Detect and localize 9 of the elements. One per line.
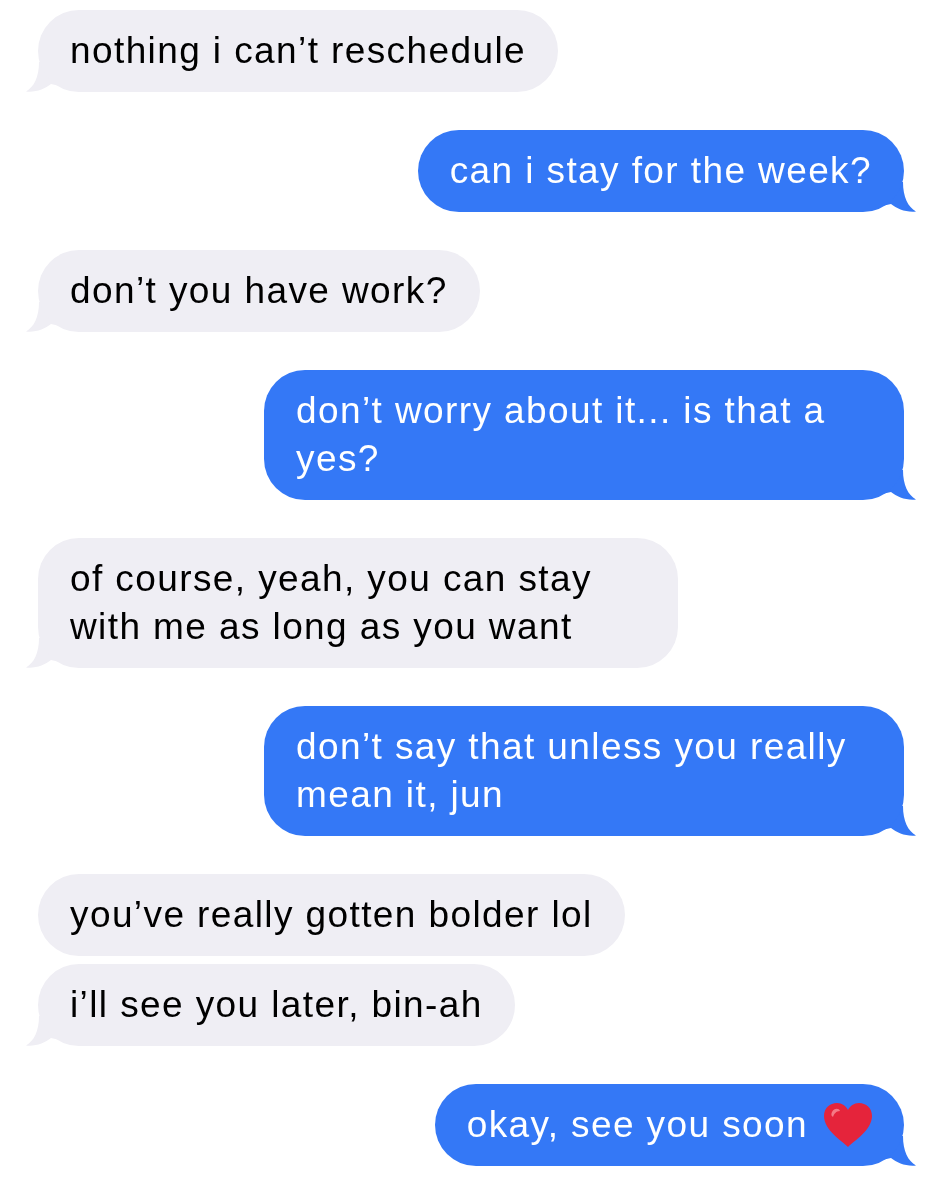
message-text: don’t you have work? — [70, 269, 448, 313]
message-text: don’t worry about it... is that a yes? — [296, 389, 827, 481]
message-text: don’t say that unless you really mean it, jun — [296, 725, 848, 817]
message-text: you’ve really gotten bolder lol — [70, 893, 593, 937]
message-text: nothing i can’t reschedule — [70, 29, 526, 73]
message-text: of course, yeah, you can stay with me as long as you want — [70, 557, 593, 649]
message-text: can i stay for the week? — [449, 149, 872, 193]
message-text: okay, see you soon — [466, 1103, 808, 1147]
message-text: i’ll see you later, bin-ah — [70, 983, 483, 1027]
